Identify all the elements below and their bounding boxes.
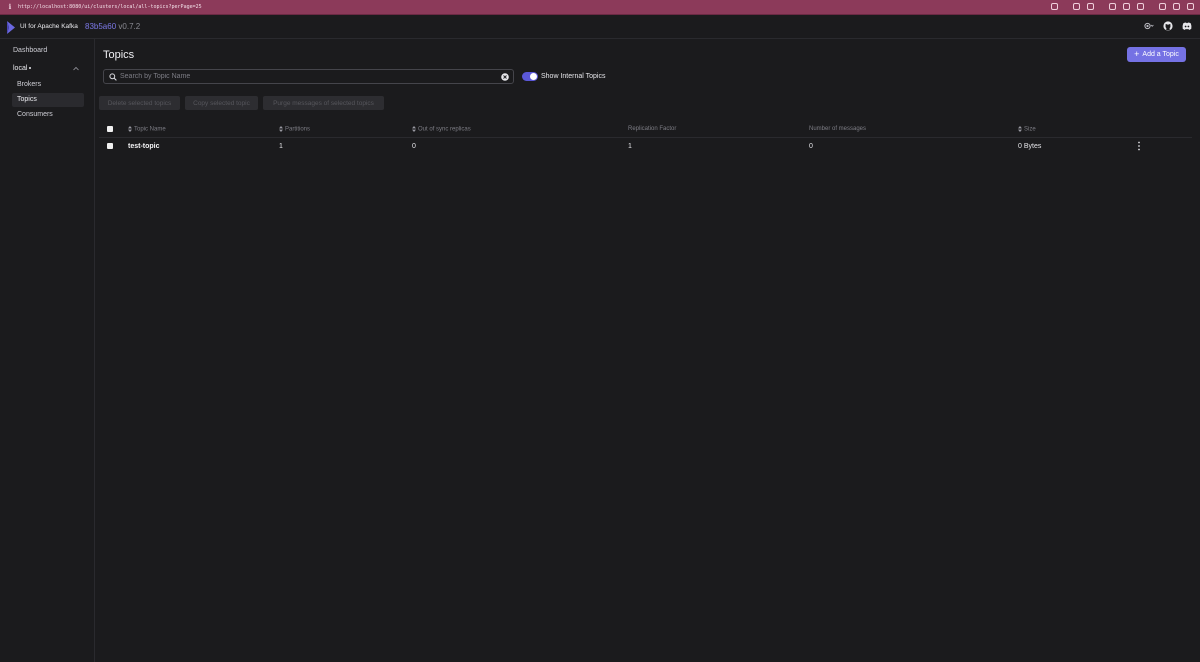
sidebar: Dashboard local Brokers Topics Consumers: [0, 39, 95, 662]
cell-out-of-sync: 0: [412, 143, 416, 150]
page-title: Topics: [103, 49, 135, 61]
sort-icon: [412, 126, 416, 132]
purge-messages-button[interactable]: Purge messages of selected topics: [263, 96, 384, 110]
delete-selected-topics-button[interactable]: Delete selected topics: [99, 96, 180, 110]
table-header-divider: [99, 137, 1192, 138]
column-header-out-of-sync[interactable]: Out of sync replicas: [412, 126, 471, 133]
version-number: v0.7.2: [118, 22, 141, 31]
version-hash[interactable]: 83b5a60: [85, 22, 116, 31]
cell-replication-factor: 1: [628, 143, 632, 150]
browser-address-bar: ℹ http://localhost:8080/ui/clusters/loca…: [0, 0, 1200, 15]
sort-icon: [1018, 126, 1022, 132]
cluster-status-dot: [29, 67, 32, 70]
topic-name-link[interactable]: test-topic: [128, 143, 160, 150]
discord-icon[interactable]: [1182, 21, 1192, 31]
site-info-icon[interactable]: ℹ: [4, 3, 16, 11]
app-version: 83b5a60 v0.7.2: [85, 22, 140, 31]
show-internal-topics-label: Show Internal Topics: [541, 73, 606, 80]
kafka-ui-logo[interactable]: [6, 21, 16, 34]
copy-selected-topic-button[interactable]: Copy selected topic: [185, 96, 258, 110]
theme-toggle-icon[interactable]: [1144, 21, 1154, 31]
screenshot-icon[interactable]: [1073, 3, 1080, 10]
app-brand[interactable]: UI for Apache Kafka: [20, 23, 78, 30]
search-input[interactable]: [120, 71, 495, 82]
browser-toolbar-icons: [1051, 3, 1194, 10]
cell-size: 0 Bytes: [1018, 143, 1042, 150]
row-checkbox[interactable]: [107, 143, 113, 149]
cell-partitions: 1: [279, 143, 283, 150]
column-header-label: Topic Name: [134, 126, 166, 133]
sidebar-item-consumers[interactable]: Consumers: [12, 108, 84, 122]
column-header-label: Out of sync replicas: [418, 126, 471, 133]
search-icon: [109, 73, 117, 81]
column-header-topic-name[interactable]: Topic Name: [128, 126, 166, 133]
sidebar-item-dashboard[interactable]: Dashboard: [13, 47, 47, 54]
more-vertical-icon[interactable]: [1137, 141, 1141, 151]
add-topic-button[interactable]: + Add a Topic: [1127, 47, 1186, 62]
column-header-size[interactable]: Size: [1018, 126, 1036, 133]
reader-icon[interactable]: [1087, 3, 1094, 10]
shield-icon[interactable]: [1159, 3, 1166, 10]
github-icon[interactable]: [1163, 21, 1173, 31]
extension-icon[interactable]: [1051, 3, 1058, 10]
sort-icon: [128, 126, 132, 132]
select-all-checkbox[interactable]: [107, 126, 113, 132]
sidebar-cluster-local[interactable]: local: [13, 65, 32, 72]
cell-number-of-messages: 0: [809, 143, 813, 150]
clear-search-icon[interactable]: [501, 73, 509, 81]
sort-icon: [279, 126, 283, 132]
add-topic-label: Add a Topic: [1142, 51, 1179, 58]
tab-icon[interactable]: [1109, 3, 1116, 10]
cluster-name: local: [13, 65, 28, 72]
sidebar-item-topics[interactable]: Topics: [12, 93, 84, 107]
globe-icon[interactable]: [1123, 3, 1130, 10]
menu-icon[interactable]: [1187, 3, 1194, 10]
search-box: [103, 69, 514, 84]
account-icon[interactable]: [1173, 3, 1180, 10]
column-header-number-of-messages: Number of messages: [809, 126, 867, 132]
column-header-label: Partitions: [285, 126, 311, 133]
column-header-label: Size: [1024, 126, 1036, 133]
app-header: UI for Apache Kafka 83b5a60 v0.7.2: [0, 16, 1200, 39]
column-header-partitions[interactable]: Partitions: [279, 126, 310, 133]
toggle-knob: [530, 73, 537, 80]
show-internal-topics-toggle[interactable]: [522, 72, 538, 81]
sidebar-item-brokers[interactable]: Brokers: [12, 78, 84, 92]
header-actions: [1144, 21, 1192, 31]
chevron-up-icon[interactable]: [73, 66, 79, 72]
address-url[interactable]: http://localhost:8080/ui/clusters/local/…: [18, 4, 202, 10]
column-header-replication-factor: Replication Factor: [628, 126, 677, 132]
download-icon[interactable]: [1137, 3, 1144, 10]
plus-icon: +: [1134, 49, 1140, 59]
